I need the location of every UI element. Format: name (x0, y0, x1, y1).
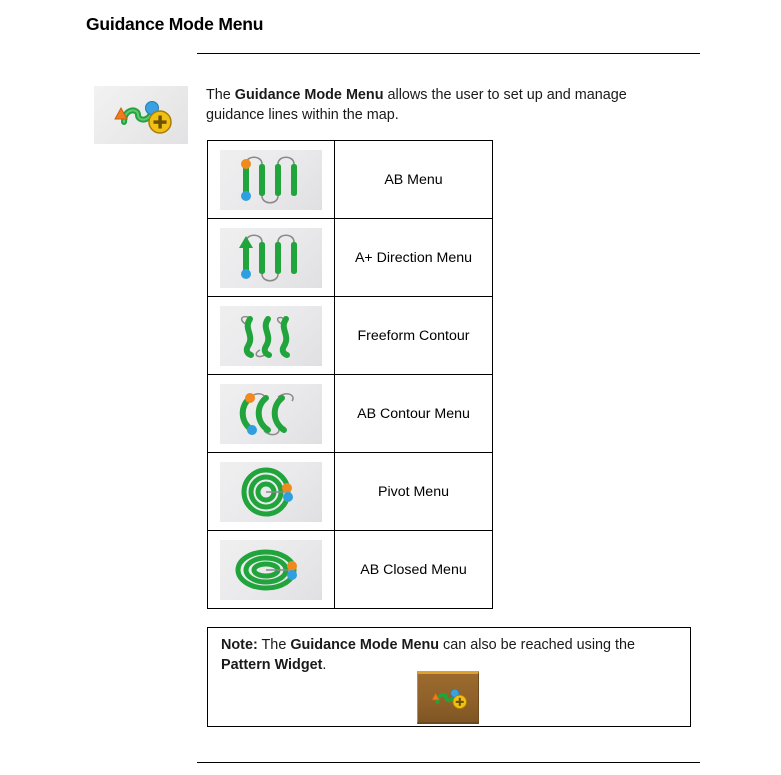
page-title: Guidance Mode Menu (86, 14, 264, 34)
note-part2: can also be reached using the (439, 637, 636, 653)
note-text: Note: The Guidance Mode Menu can also be… (221, 635, 679, 675)
top-divider (197, 53, 700, 54)
bottom-divider (197, 762, 700, 763)
mode-label: AB Menu (334, 140, 493, 219)
mode-label: AB Closed Menu (334, 530, 493, 609)
table-row[interactable]: Freeform Contour (207, 296, 493, 375)
mode-label: A+ Direction Menu (334, 218, 493, 297)
table-row[interactable]: AB Closed Menu (207, 530, 493, 609)
mode-label: Freeform Contour (334, 296, 493, 375)
note-part1: The (257, 637, 291, 653)
note-bold-term-2: Pattern Widget (221, 657, 323, 673)
guidance-modes-table: AB Menu A+ Direction Menu Freeform Conto… (207, 140, 493, 609)
intro-prefix: The (206, 87, 235, 103)
table-row[interactable]: Pivot Menu (207, 452, 493, 531)
freeform-contour-icon (220, 305, 322, 366)
ab-contour-icon-cell (207, 374, 335, 453)
a-plus-direction-icon-cell (207, 218, 335, 297)
ab-closed-icon-cell (207, 530, 335, 609)
pivot-icon (220, 461, 322, 522)
note-box: Note: The Guidance Mode Menu can also be… (207, 627, 691, 727)
table-row[interactable]: AB Menu (207, 140, 493, 219)
mode-label: AB Contour Menu (334, 374, 493, 453)
table-row[interactable]: A+ Direction Menu (207, 218, 493, 297)
note-bold-term-1: Guidance Mode Menu (290, 637, 440, 653)
pivot-icon-cell (207, 452, 335, 531)
freeform-contour-icon-cell (207, 296, 335, 375)
ab-menu-icon-cell (207, 140, 335, 219)
intro-paragraph: The Guidance Mode Menu allows the user t… (206, 85, 688, 125)
ab-menu-icon (220, 149, 322, 210)
guidance-mode-menu-icon (94, 86, 188, 144)
table-row[interactable]: AB Contour Menu (207, 374, 493, 453)
mode-label: Pivot Menu (334, 452, 493, 531)
ab-closed-icon (220, 539, 322, 600)
intro-bold-term: Guidance Mode Menu (234, 87, 384, 103)
pattern-widget-icon[interactable] (417, 671, 479, 724)
note-label: Note: (221, 637, 258, 653)
note-part3: . (322, 657, 327, 673)
ab-contour-icon (220, 383, 322, 444)
a-plus-direction-icon (220, 227, 322, 288)
